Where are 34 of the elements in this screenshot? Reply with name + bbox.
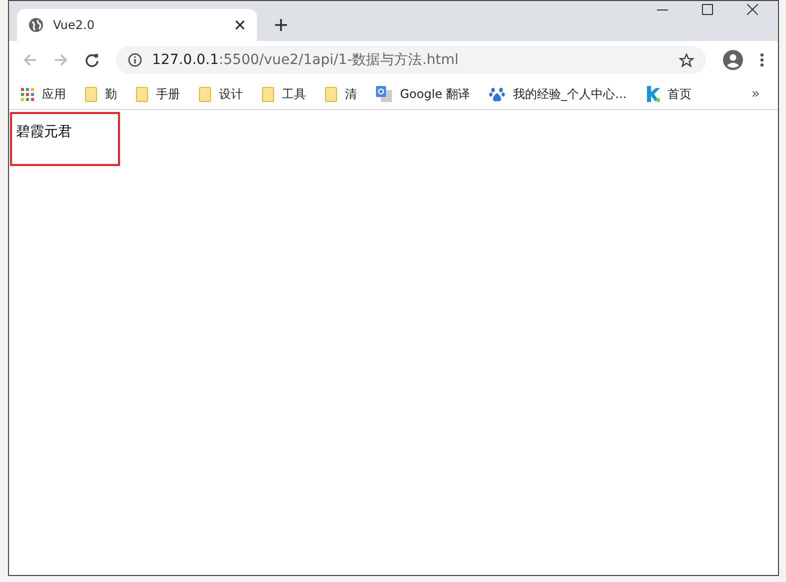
- bookmark[interactable]: 清: [325, 86, 357, 102]
- maximize-icon[interactable]: [702, 4, 713, 15]
- translate-icon: [376, 86, 392, 102]
- folder-icon: [136, 86, 148, 102]
- menu-icon[interactable]: [760, 53, 764, 67]
- folder-icon: [325, 86, 337, 102]
- close-icon[interactable]: [747, 4, 758, 15]
- bookmark[interactable]: 应用: [21, 86, 66, 102]
- globe-icon: [29, 18, 43, 32]
- page-text: 碧霞元君: [16, 124, 72, 140]
- folder-icon: [85, 86, 97, 102]
- bookmark[interactable]: 手册: [136, 86, 180, 102]
- more-bookmarks[interactable]: »: [751, 86, 760, 102]
- folder-icon: [262, 86, 274, 102]
- tab-title: Vue2.0: [53, 18, 96, 32]
- bookmark[interactable]: 勤: [85, 86, 117, 102]
- bookmark[interactable]: 设计: [199, 86, 243, 102]
- info-icon: [128, 53, 142, 67]
- account-icon[interactable]: [723, 50, 743, 70]
- apps-grid-icon: [21, 88, 34, 100]
- address-bar[interactable]: 127.0.0.1:5500/vue2/1api/1-数据与方法.html: [116, 46, 706, 74]
- bookmark[interactable]: Google 翻译: [376, 86, 470, 102]
- bookmark[interactable]: 工具: [262, 86, 306, 102]
- bookmark[interactable]: 我的经验_个人中心...: [489, 86, 627, 102]
- bookmark[interactable]: 首页: [646, 86, 692, 102]
- close-tab-icon[interactable]: [235, 20, 245, 30]
- star-icon[interactable]: [679, 52, 694, 68]
- url-text: 127.0.0.1:5500/vue2/1api/1-数据与方法.html: [152, 51, 459, 69]
- new-tab-icon[interactable]: [275, 19, 287, 31]
- folder-icon: [199, 86, 211, 102]
- reload-icon[interactable]: [85, 53, 99, 67]
- browser-tab[interactable]: Vue2.0: [17, 9, 257, 41]
- paw-icon: [489, 86, 506, 102]
- k-logo-icon: [646, 86, 660, 102]
